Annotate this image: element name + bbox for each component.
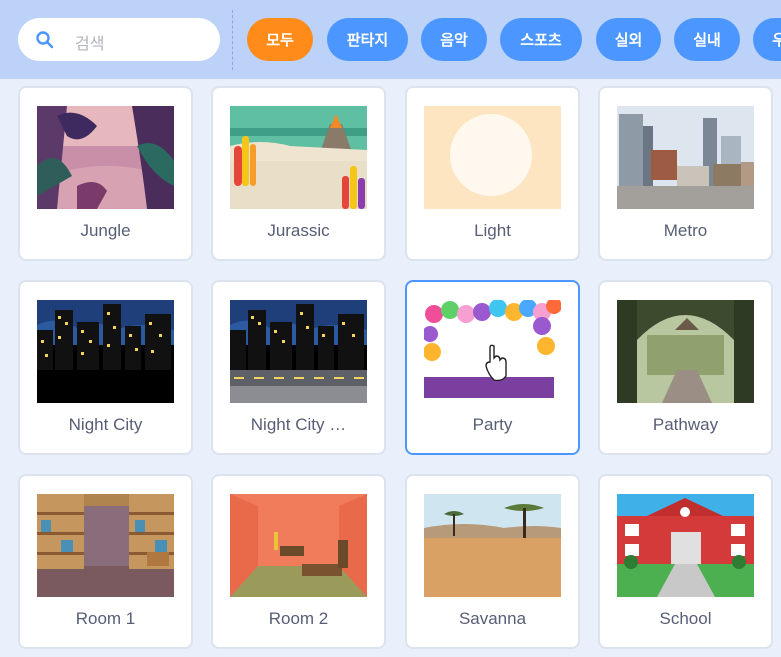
backdrop-label: Room 1 — [75, 609, 136, 628]
backdrop-card-jurassic[interactable]: Jurassic — [211, 86, 386, 261]
pathway-thumbnail — [617, 300, 754, 403]
category-indoors-button[interactable]: 실내 — [674, 18, 740, 61]
category-space-button[interactable]: 우주 — [753, 18, 781, 61]
party-thumbnail — [424, 300, 561, 403]
category-sports-button[interactable]: 스포츠 — [500, 18, 582, 61]
backdrop-label: School — [659, 609, 712, 628]
backdrop-card-jungle[interactable]: Jungle — [18, 86, 193, 261]
backdrop-label: Room 2 — [268, 609, 329, 628]
night-city-thumbnail — [37, 300, 174, 403]
toolbar-divider — [232, 10, 233, 70]
backdrop-label: Light — [474, 221, 511, 240]
jurassic-thumbnail — [230, 106, 367, 209]
backdrop-label: Pathway — [652, 415, 719, 434]
backdrop-card-night-city[interactable]: Night City — [18, 280, 193, 455]
backdrop-card-room-2[interactable]: Room 2 — [211, 474, 386, 649]
category-music-button[interactable]: 음악 — [421, 18, 487, 61]
category-outdoors-button[interactable]: 실외 — [596, 18, 661, 61]
backdrop-card-room-1[interactable]: Room 1 — [18, 474, 193, 649]
room-1-thumbnail — [37, 494, 174, 597]
backdrop-label: Night City — [68, 415, 143, 434]
backdrop-label: Jungle — [80, 221, 131, 240]
category-fantasy-button[interactable]: 판타지 — [327, 18, 408, 61]
backdrop-card-savanna[interactable]: Savanna — [405, 474, 580, 649]
search-icon — [36, 31, 54, 49]
backdrop-card-party[interactable]: Party — [405, 280, 580, 455]
school-thumbnail — [617, 494, 754, 597]
backdrop-label: Night City … — [250, 415, 347, 434]
savanna-thumbnail — [424, 494, 561, 597]
metro-thumbnail — [617, 106, 754, 209]
room-2-thumbnail — [230, 494, 367, 597]
backdrop-card-light[interactable]: Light — [405, 86, 580, 261]
backdrop-card-pathway[interactable]: Pathway — [598, 280, 773, 455]
backdrop-card-metro[interactable]: Metro — [598, 86, 773, 261]
backdrop-label: Jurassic — [267, 221, 330, 240]
light-thumbnail — [424, 106, 561, 209]
search-box[interactable]: 검색 — [18, 18, 220, 61]
backdrop-card-night-city-street[interactable]: Night City … — [211, 280, 386, 455]
backdrop-label: Party — [472, 415, 513, 434]
search-input[interactable]: 검색 — [75, 30, 104, 54]
backdrop-label: Savanna — [458, 609, 527, 628]
night-city-street-thumbnail — [230, 300, 367, 403]
backdrop-grid: Jungle Jurassic Light Metro Night City N… — [0, 79, 781, 657]
backdrop-label: Metro — [663, 221, 708, 240]
category-all-button[interactable]: 모두 — [247, 18, 313, 61]
jungle-thumbnail — [37, 106, 174, 209]
category-toolbar: 검색 모두 판타지 음악 스포츠 실외 실내 우주 — [0, 0, 781, 79]
backdrop-card-school[interactable]: School — [598, 474, 773, 649]
